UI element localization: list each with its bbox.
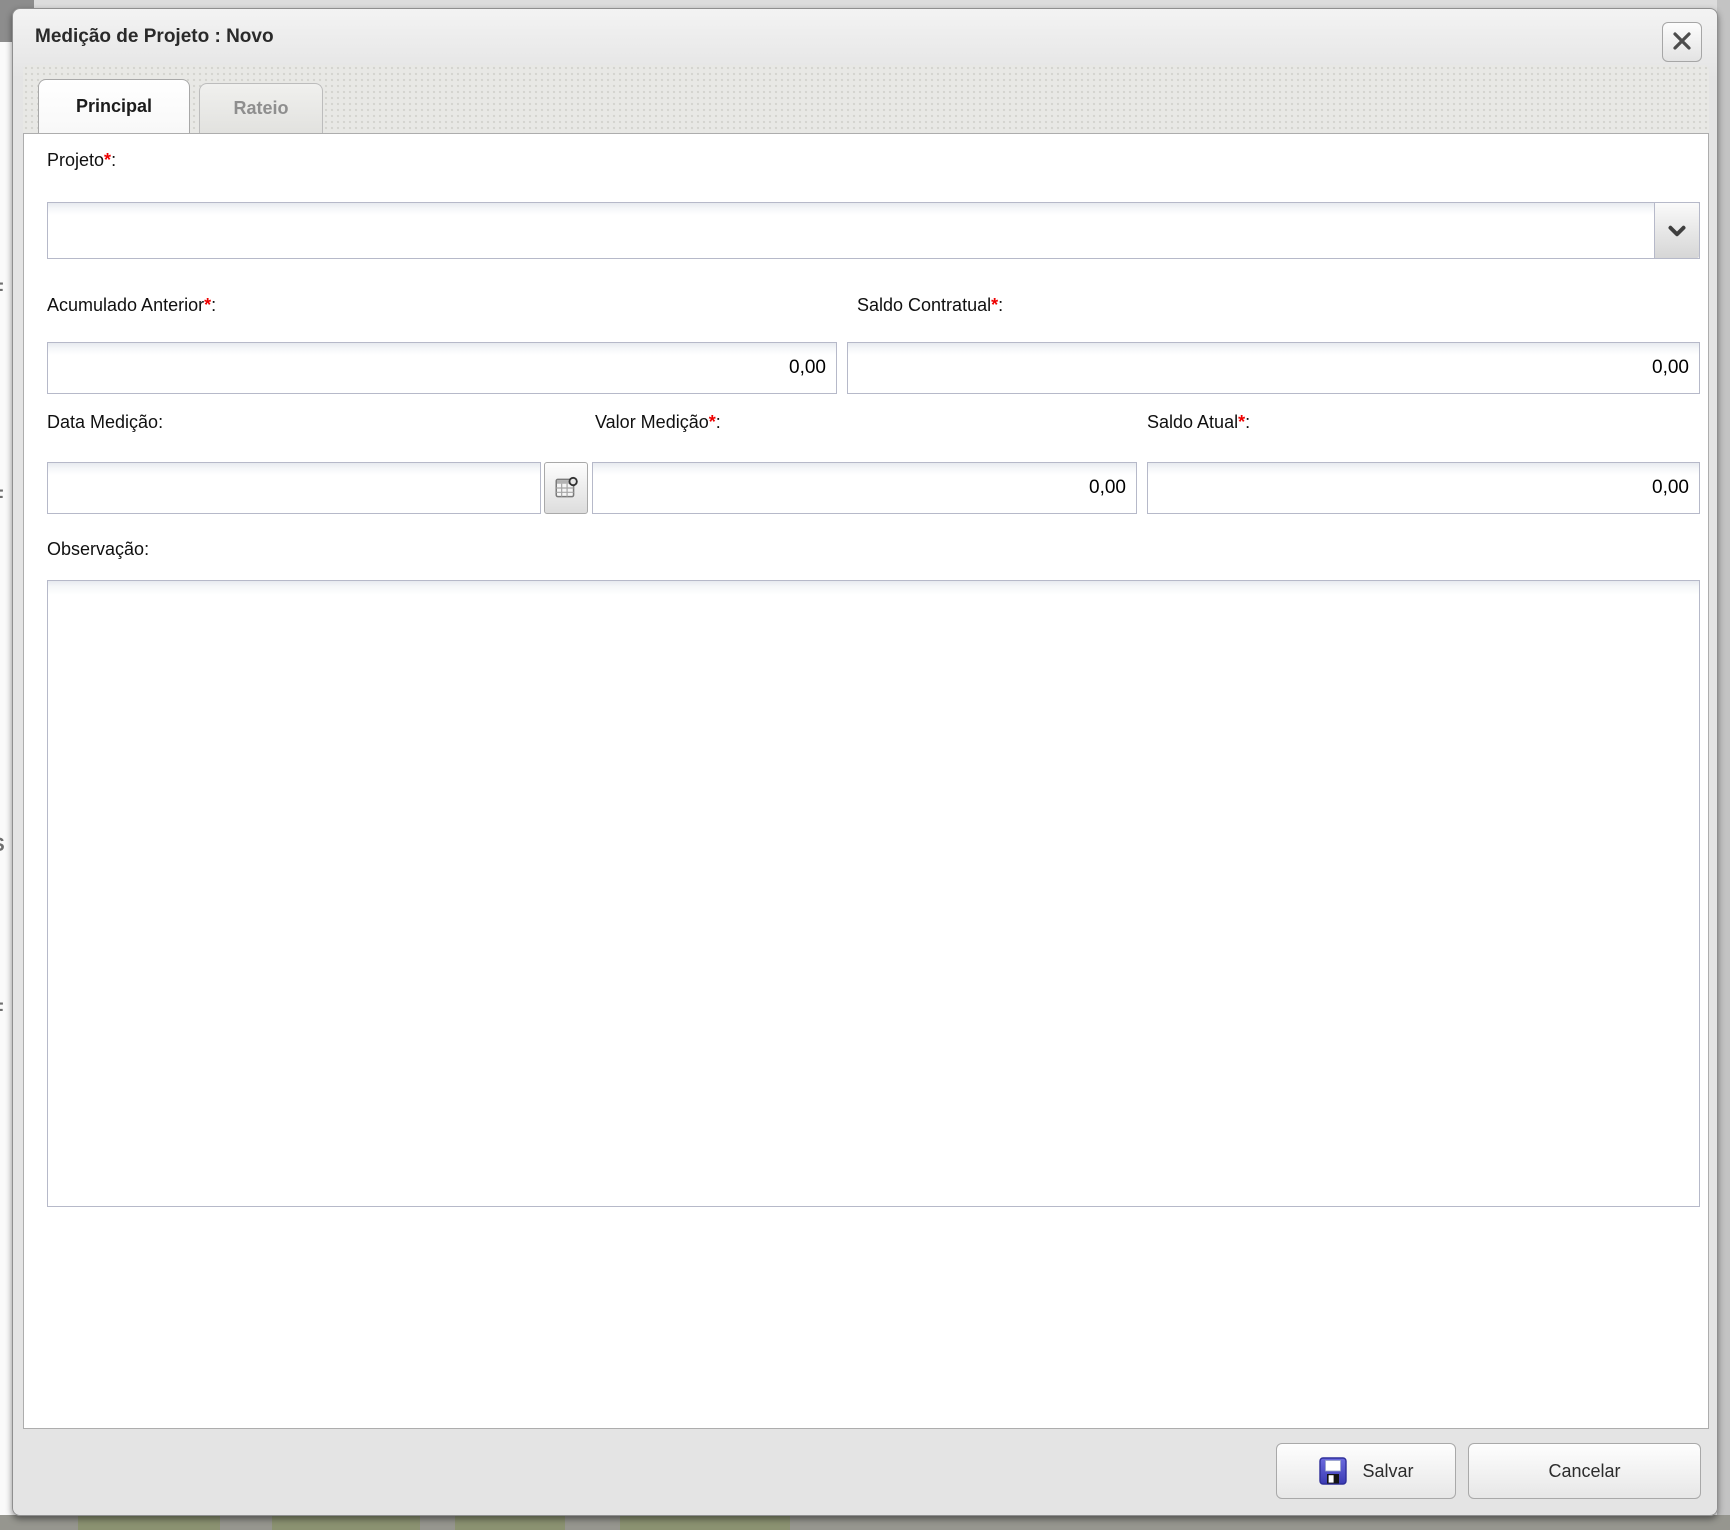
toolbar-fragment: [78, 1515, 220, 1530]
valor-medicao-label: Valor Medição*:: [595, 412, 721, 433]
saldo-atual-input[interactable]: [1148, 463, 1699, 513]
cancel-button-label: Cancelar: [1548, 1461, 1620, 1482]
save-button[interactable]: Salvar: [1276, 1443, 1456, 1499]
tab-rateio[interactable]: Rateio: [199, 83, 323, 133]
observacao-label: Observação:: [47, 539, 149, 560]
dialog-medicao-projeto: Medição de Projeto : Novo Principal Rate…: [12, 8, 1718, 1516]
save-button-label: Salvar: [1362, 1461, 1413, 1482]
acumulado-anterior-input[interactable]: [48, 343, 836, 393]
projeto-input[interactable]: [48, 203, 1654, 258]
left-edge-letter: F: [0, 280, 4, 302]
left-edge-letter: F: [0, 1000, 4, 1022]
page-bottom-strip: [0, 1515, 1730, 1530]
acumulado-anterior-label: Acumulado Anterior*:: [47, 295, 216, 316]
projeto-trigger-button[interactable]: [1654, 203, 1699, 258]
save-disk-icon: [1318, 1456, 1348, 1486]
left-edge-letter: F: [0, 487, 4, 509]
cancel-button[interactable]: Cancelar: [1468, 1443, 1701, 1499]
screen: r F F S F Medição de Projeto : Novo: [0, 0, 1730, 1530]
observacao-textarea[interactable]: [47, 580, 1700, 1207]
dialog-titlebar: Medição de Projeto : Novo: [13, 9, 1717, 63]
acumulado-anterior-field: [47, 342, 837, 394]
projeto-combobox: [47, 202, 1700, 259]
close-button[interactable]: [1662, 22, 1702, 62]
close-icon: [1669, 28, 1695, 54]
chevron-down-icon: [1665, 219, 1689, 243]
data-medicao-field: [47, 462, 588, 514]
dialog-body: Projeto*: Acumulado Anterior*: Saldo Con…: [23, 133, 1709, 1429]
saldo-atual-field: [1147, 462, 1700, 514]
projeto-label: Projeto*:: [47, 150, 116, 171]
tab-bar: Principal Rateio: [23, 65, 1709, 133]
data-medicao-trigger-button[interactable]: [544, 462, 588, 514]
toolbar-fragment: [455, 1515, 565, 1530]
page-right-strip: [1717, 0, 1730, 1530]
required-asterisk: *: [709, 412, 716, 432]
data-medicao-input[interactable]: [48, 463, 540, 513]
saldo-contratual-input[interactable]: [848, 343, 1699, 393]
left-edge-letter: S: [0, 835, 5, 857]
toolbar-fragment: [620, 1515, 790, 1530]
tab-principal[interactable]: Principal: [38, 79, 190, 133]
saldo-contratual-label: Saldo Contratual*:: [857, 295, 1003, 316]
required-asterisk: *: [104, 150, 111, 170]
saldo-atual-label: Saldo Atual*:: [1147, 412, 1250, 433]
saldo-contratual-field: [847, 342, 1700, 394]
valor-medicao-input[interactable]: [593, 463, 1136, 513]
valor-medicao-field: [592, 462, 1137, 514]
calendar-icon: [553, 475, 579, 501]
toolbar-fragment: [272, 1515, 420, 1530]
dialog-title: Medição de Projeto : Novo: [35, 9, 274, 65]
data-medicao-label: Data Medição:: [47, 412, 163, 433]
